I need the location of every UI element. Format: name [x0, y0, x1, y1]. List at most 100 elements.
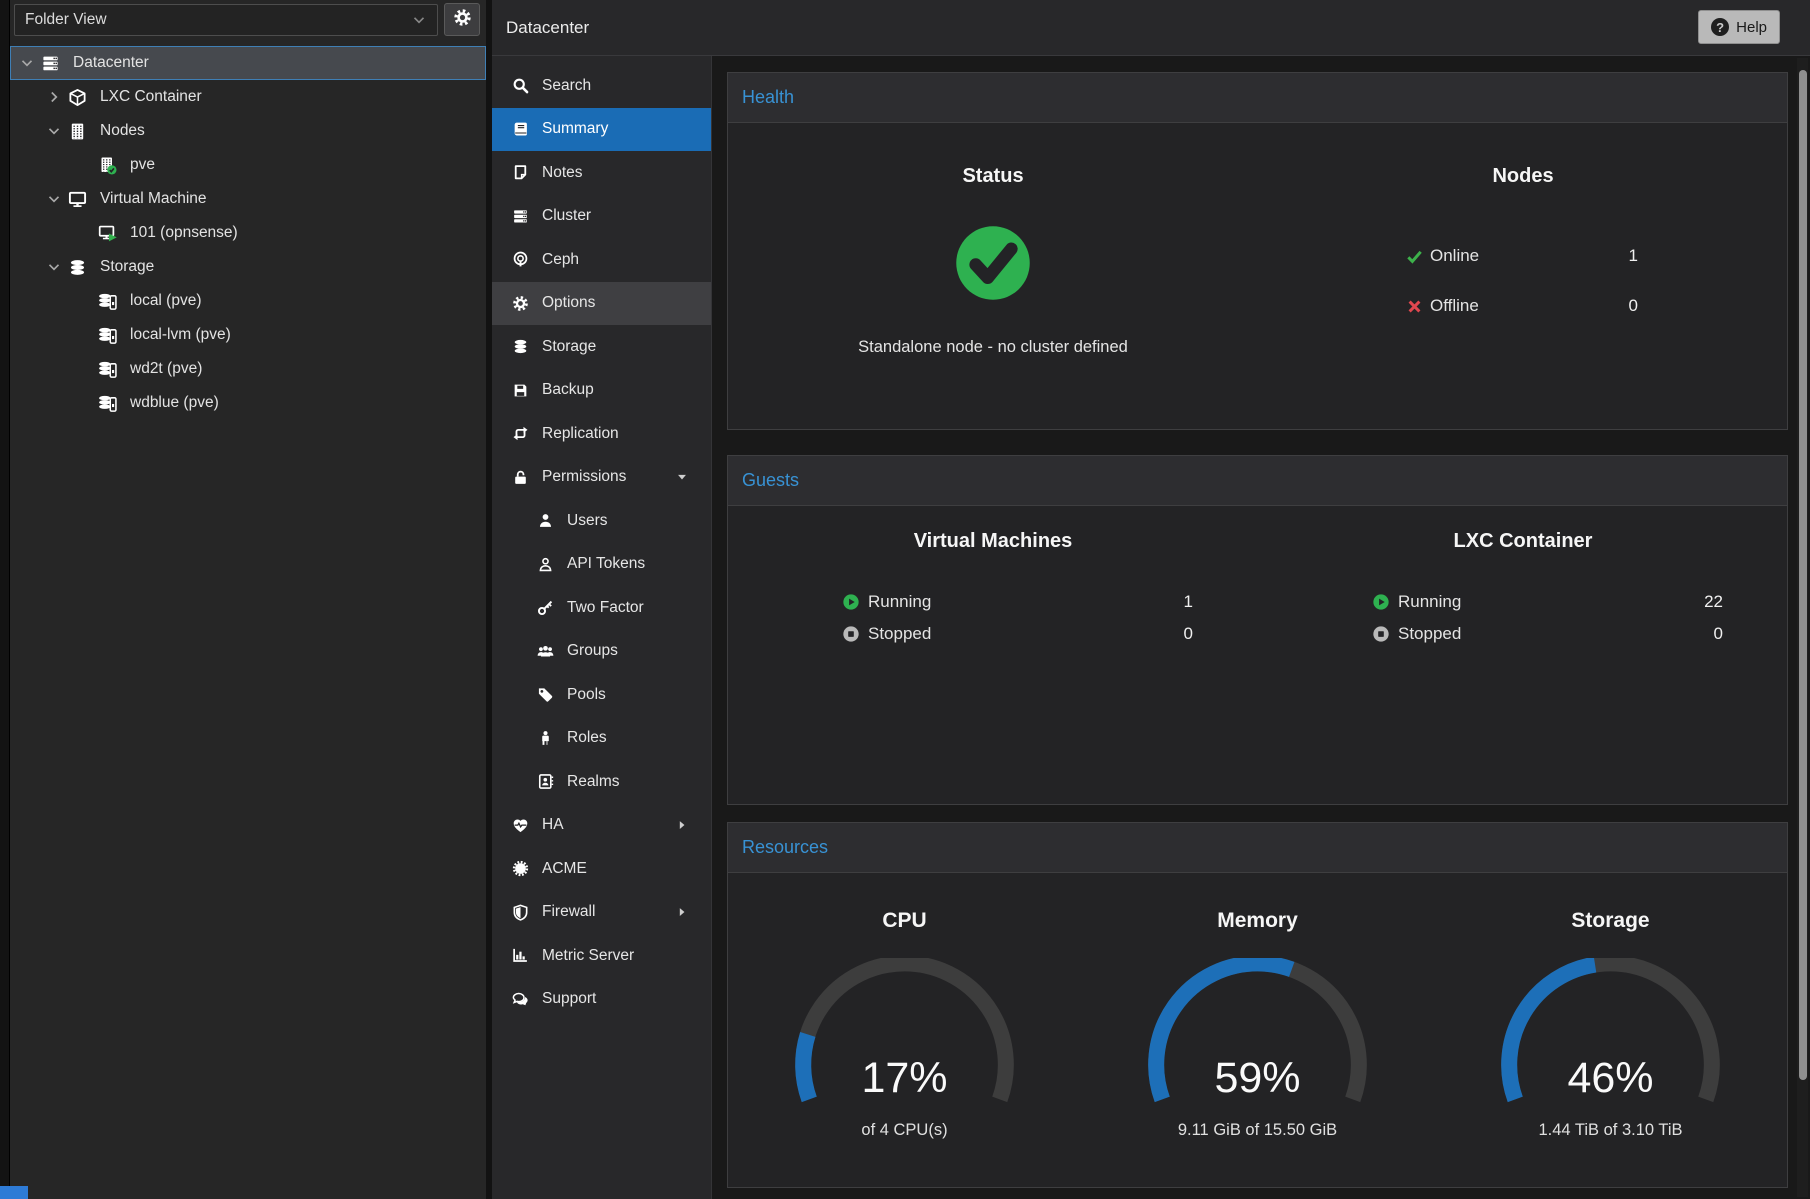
tree-item-lxc-container[interactable]: LXC Container — [10, 80, 486, 114]
node-status-label: Offline — [1430, 296, 1479, 316]
nav-item-label: Groups — [567, 642, 618, 660]
resources-panel-header: Resources — [728, 823, 1787, 873]
nav-item-label: Summary — [542, 120, 608, 138]
chevron-right-icon[interactable] — [46, 89, 62, 105]
nav-item-options[interactable]: Options — [492, 282, 711, 326]
notes-icon — [512, 164, 530, 182]
nav-item-label: HA — [542, 816, 564, 834]
nav-item-metric-server[interactable]: Metric Server — [492, 934, 711, 978]
play-circle-icon — [842, 593, 860, 611]
tree-item-nodes[interactable]: Nodes — [10, 114, 486, 148]
view-selector-value: Folder View — [25, 11, 107, 29]
resources-panel-title: Resources — [742, 837, 828, 858]
nav-item-label: Realms — [567, 773, 620, 791]
guest-count: 22 — [1704, 592, 1723, 612]
guest-row-running: Running22 — [1258, 586, 1788, 618]
key-icon — [537, 599, 555, 617]
nav-item-notes[interactable]: Notes — [492, 151, 711, 195]
nav-item-acme[interactable]: ACME — [492, 847, 711, 891]
nav-item-label: Users — [567, 512, 607, 530]
tree-item-vm-101-opnsense[interactable]: 101 (opnsense) — [10, 216, 486, 250]
nav-item-realms[interactable]: Realms — [492, 760, 711, 804]
nav-item-storage[interactable]: Storage — [492, 325, 711, 369]
chevron-down-icon[interactable] — [46, 259, 62, 275]
health-panel-title: Health — [742, 87, 794, 108]
chevron-down-icon[interactable] — [46, 123, 62, 139]
tree-item-virtual-machine[interactable]: Virtual Machine — [10, 182, 486, 216]
guest-count: 1 — [1184, 592, 1193, 612]
vm-running-icon — [98, 224, 122, 243]
chevron-down-icon[interactable] — [19, 55, 35, 71]
datacenter-view: Datacenter ? Help SearchSummaryNotesClus… — [492, 0, 1810, 1199]
gauge-detail: 1.44 TiB of 3.10 TiB — [1434, 1121, 1787, 1140]
tree-item-storage-local-lvm[interactable]: local-lvm (pve) — [10, 318, 486, 352]
times-small-icon — [1406, 298, 1423, 315]
tree-item-label: Datacenter — [73, 54, 149, 72]
nav-item-ceph[interactable]: Ceph — [492, 238, 711, 282]
tree-item-pve[interactable]: pve — [10, 148, 486, 182]
nav-item-label: Pools — [567, 686, 606, 704]
tree-item-label: 101 (opnsense) — [130, 224, 238, 242]
nav-item-permissions[interactable]: Permissions — [492, 456, 711, 500]
check-small-icon — [1406, 248, 1423, 265]
user-o-icon — [537, 555, 555, 573]
node-status-value: 0 — [1629, 296, 1638, 316]
male-icon — [537, 729, 555, 747]
db-icon — [512, 338, 530, 356]
nav-item-firewall[interactable]: Firewall — [492, 891, 711, 935]
storage-drive-icon — [98, 326, 122, 345]
nav-item-replication[interactable]: Replication — [492, 412, 711, 456]
nav-item-api-tokens[interactable]: API Tokens — [492, 543, 711, 587]
nav-item-users[interactable]: Users — [492, 499, 711, 543]
gauge-title: Storage — [1434, 909, 1787, 935]
nav-item-label: Cluster — [542, 207, 591, 225]
nav-item-summary[interactable]: Summary — [492, 108, 711, 152]
nav-item-groups[interactable]: Groups — [492, 630, 711, 674]
storage-drive-icon — [98, 360, 122, 379]
health-panel: Health Status Nodes Standalone node - no… — [727, 72, 1788, 430]
chevron-down-icon[interactable] — [411, 12, 427, 28]
resources-panel: Resources CPU17%of 4 CPU(s)Memory59%9.11… — [727, 822, 1788, 1188]
help-button[interactable]: ? Help — [1698, 10, 1780, 44]
resource-tree: Datacenter LXC Container Nodes pveVirtual M… — [10, 46, 486, 420]
nav-item-label: Permissions — [542, 468, 626, 486]
unlock-icon — [512, 468, 530, 486]
guest-row-running: Running1 — [728, 586, 1258, 618]
nav-item-label: Ceph — [542, 251, 579, 269]
nav-item-two-factor[interactable]: Two Factor — [492, 586, 711, 630]
tree-item-storage[interactable]: Storage — [10, 250, 486, 284]
nav-item-support[interactable]: Support — [492, 978, 711, 1022]
chevron-down-icon[interactable] — [46, 191, 62, 207]
tree-item-datacenter[interactable]: Datacenter — [10, 46, 486, 80]
vertical-scrollbar-thumb[interactable] — [1799, 70, 1807, 1080]
view-selector-combobox[interactable]: Folder View — [14, 4, 438, 36]
nav-item-label: Roles — [567, 729, 607, 747]
nav-item-label: Replication — [542, 425, 619, 443]
gauge-detail: 9.11 GiB of 15.50 GiB — [1081, 1121, 1434, 1140]
gauge-storage: Storage46%1.44 TiB of 3.10 TiB — [1434, 909, 1787, 1140]
gauge-percent: 59% — [1140, 1054, 1375, 1103]
nav-item-label: Options — [542, 294, 595, 312]
splitter-focus-indicator[interactable] — [0, 1186, 28, 1199]
nav-item-label: ACME — [542, 860, 587, 878]
nav-item-search[interactable]: Search — [492, 64, 711, 108]
floppy-icon — [512, 381, 530, 399]
guests-group-vm: Virtual MachinesRunning1Stopped0 — [728, 456, 1258, 756]
tree-item-storage-wdblue[interactable]: wdblue (pve) — [10, 386, 486, 420]
nav-item-backup[interactable]: Backup — [492, 369, 711, 413]
node-status-value: 1 — [1629, 246, 1638, 266]
comments-icon — [512, 990, 530, 1008]
gear-icon — [453, 8, 472, 32]
nav-item-pools[interactable]: Pools — [492, 673, 711, 717]
storage-drive-icon — [98, 292, 122, 311]
address-book-icon — [537, 773, 555, 791]
datacenter-nav-menu: Search Summary Notes Cluster Ceph Options Stor… — [492, 56, 712, 1199]
tree-item-storage-local[interactable]: local (pve) — [10, 284, 486, 318]
nav-item-roles[interactable]: Roles — [492, 717, 711, 761]
tree-item-storage-wd2t[interactable]: wd2t (pve) — [10, 352, 486, 386]
db-icon — [68, 258, 92, 277]
tree-item-label: Nodes — [100, 122, 145, 140]
nav-item-cluster[interactable]: Cluster — [492, 195, 711, 239]
nav-item-ha[interactable]: HA — [492, 804, 711, 848]
tree-settings-button[interactable] — [444, 3, 480, 36]
